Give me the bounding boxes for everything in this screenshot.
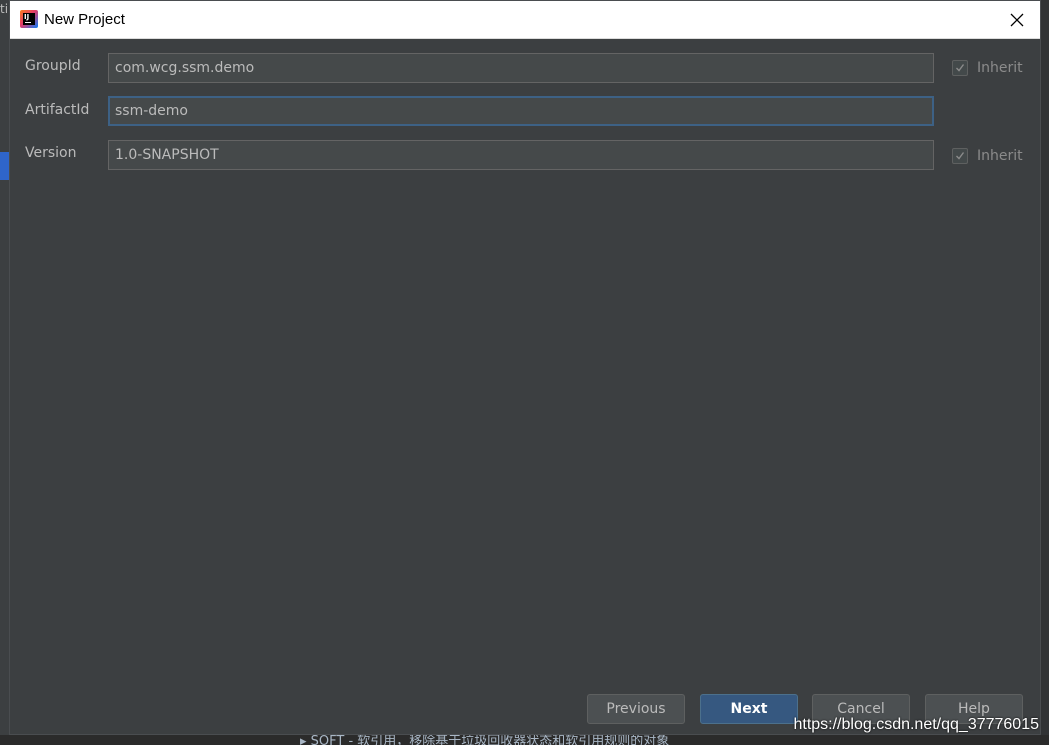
groupid-input[interactable]: [108, 53, 934, 83]
title-bar: IJ New Project: [10, 1, 1040, 39]
intellij-idea-icon: IJ: [20, 10, 38, 28]
watermark: https://blog.csdn.net/qq_37776015: [793, 716, 1039, 733]
background-bottom: ▸ SOFT - 软引用，移除基于垃圾回收器状态和软引用规则的对象: [0, 735, 1049, 745]
artifactid-input[interactable]: [108, 96, 934, 126]
groupid-inherit-checkbox[interactable]: Inherit: [952, 58, 1023, 78]
checkmark-icon: [956, 152, 965, 160]
background-selection: [0, 152, 9, 180]
groupid-inherit-label: Inherit: [977, 60, 1023, 76]
window-title: New Project: [44, 11, 125, 28]
version-input[interactable]: [108, 140, 934, 170]
background-bottom-text: ▸ SOFT - 软引用，移除基于垃圾回收器状态和软引用规则的对象: [300, 735, 670, 745]
background-left-text: ti: [0, 2, 9, 16]
checkbox[interactable]: [952, 60, 968, 76]
close-button[interactable]: [994, 1, 1040, 38]
version-label: Version: [25, 145, 77, 161]
background-strip: ti: [0, 0, 9, 745]
checkbox[interactable]: [952, 148, 968, 164]
close-icon: [1010, 13, 1024, 27]
version-inherit-label: Inherit: [977, 148, 1023, 164]
next-button[interactable]: Next: [700, 694, 798, 724]
artifactid-label: ArtifactId: [25, 102, 90, 118]
previous-button[interactable]: Previous: [587, 694, 685, 724]
checkmark-icon: [956, 64, 965, 72]
version-inherit-checkbox[interactable]: Inherit: [952, 146, 1023, 166]
groupid-label: GroupId: [25, 58, 81, 74]
new-project-dialog: IJ New Project GroupId Inherit ArtifactI…: [9, 0, 1041, 735]
